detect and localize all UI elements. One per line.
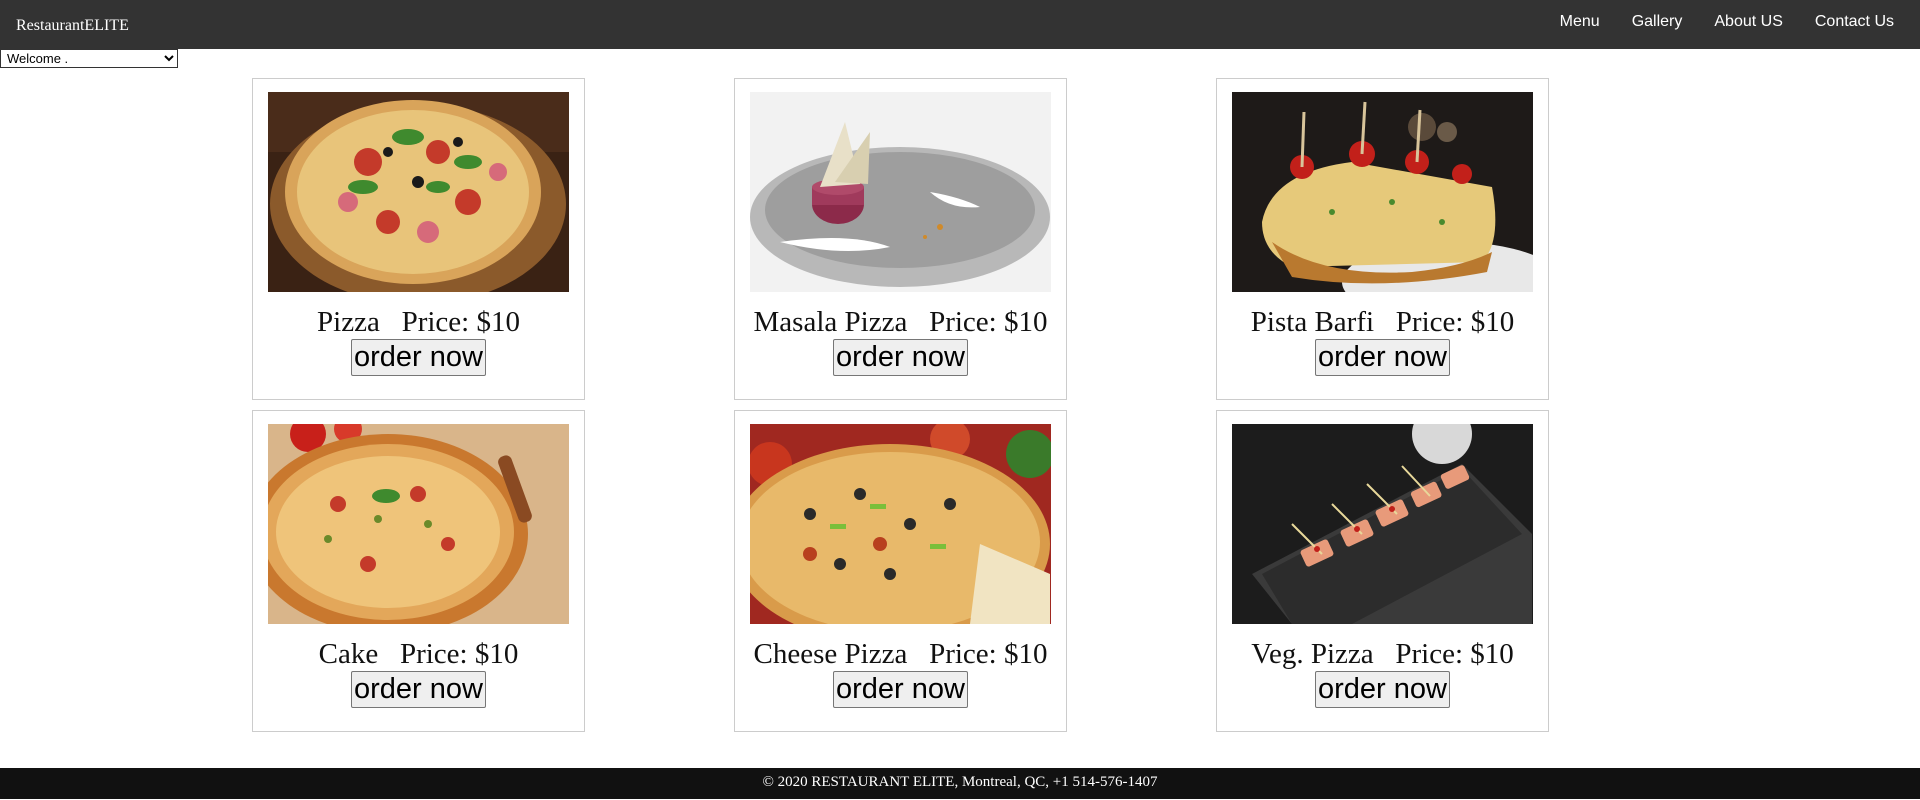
menu-card-cheese-pizza: Cheese Pizza Price: $10 order now bbox=[734, 410, 1067, 732]
brand-logo-text[interactable]: RestaurantELITE bbox=[16, 17, 129, 35]
order-now-button[interactable]: order now bbox=[351, 671, 486, 708]
menu-card-masala-pizza: Masala Pizza Price: $10 order now bbox=[734, 78, 1067, 400]
top-navbar: RestaurantELITE Menu Gallery About US Co… bbox=[0, 0, 1920, 49]
menu-item-price: Price: $10 bbox=[399, 638, 519, 670]
pizza-image bbox=[268, 92, 569, 292]
footer-text: © 2020 RESTAURANT ELITE, Montreal, QC, +… bbox=[762, 774, 1158, 790]
menu-card-cake: Cake Price: $10 order now bbox=[252, 410, 585, 732]
nav-link-gallery[interactable]: Gallery bbox=[1616, 0, 1699, 49]
order-now-button[interactable]: order now bbox=[1315, 671, 1450, 708]
nav-link-menu[interactable]: Menu bbox=[1544, 0, 1616, 49]
menu-item-name: Pista Barfi bbox=[1250, 306, 1375, 338]
order-now-button[interactable]: order now bbox=[833, 671, 968, 708]
menu-card-veg-pizza: Veg. Pizza Price: $10 order now bbox=[1216, 410, 1549, 732]
menu-item-price: Price: $10 bbox=[929, 306, 1048, 338]
nav-link-about-us[interactable]: About US bbox=[1698, 0, 1798, 49]
menu-item-title: Pizza Price: $10 bbox=[317, 305, 520, 339]
menu-item-name: Veg. Pizza bbox=[1251, 638, 1374, 670]
menu-item-title: Masala Pizza Price: $10 bbox=[754, 305, 1048, 339]
menu-item-price: Price: $10 bbox=[1395, 638, 1514, 670]
menu-item-title: Veg. Pizza Price: $10 bbox=[1251, 637, 1514, 671]
menu-item-price: Price: $10 bbox=[1395, 306, 1515, 338]
order-now-button[interactable]: order now bbox=[833, 339, 968, 376]
nav-links: Menu Gallery About US Contact Us bbox=[1544, 0, 1910, 49]
cake-image bbox=[268, 424, 569, 624]
menu-card-pizza: Pizza Price: $10 order now bbox=[252, 78, 585, 400]
menu-item-name: Masala Pizza bbox=[753, 306, 908, 338]
nav-link-contact-us[interactable]: Contact Us bbox=[1799, 0, 1910, 49]
menu-item-price: Price: $10 bbox=[929, 638, 1048, 670]
order-now-button[interactable]: order now bbox=[1315, 339, 1450, 376]
page-footer: © 2020 RESTAURANT ELITE, Montreal, QC, +… bbox=[0, 768, 1920, 799]
menu-item-title: Cheese Pizza Price: $10 bbox=[754, 637, 1048, 671]
menu-item-name: Cheese Pizza bbox=[753, 638, 908, 670]
masala-pizza-image bbox=[750, 92, 1051, 292]
menu-item-title: Cake Price: $10 bbox=[319, 637, 519, 671]
veg-pizza-image bbox=[1232, 424, 1533, 624]
welcome-dropdown[interactable]: Welcome . bbox=[0, 49, 178, 68]
menu-card-pista-barfi: Pista Barfi Price: $10 order now bbox=[1216, 78, 1549, 400]
pista-barfi-image bbox=[1232, 92, 1533, 292]
menu-item-title: Pista Barfi Price: $10 bbox=[1251, 305, 1514, 339]
menu-item-name: Pizza bbox=[317, 306, 380, 338]
cheese-pizza-image bbox=[750, 424, 1051, 624]
menu-item-name: Cake bbox=[318, 638, 379, 670]
menu-item-price: Price: $10 bbox=[401, 306, 520, 338]
order-now-button[interactable]: order now bbox=[351, 339, 486, 376]
